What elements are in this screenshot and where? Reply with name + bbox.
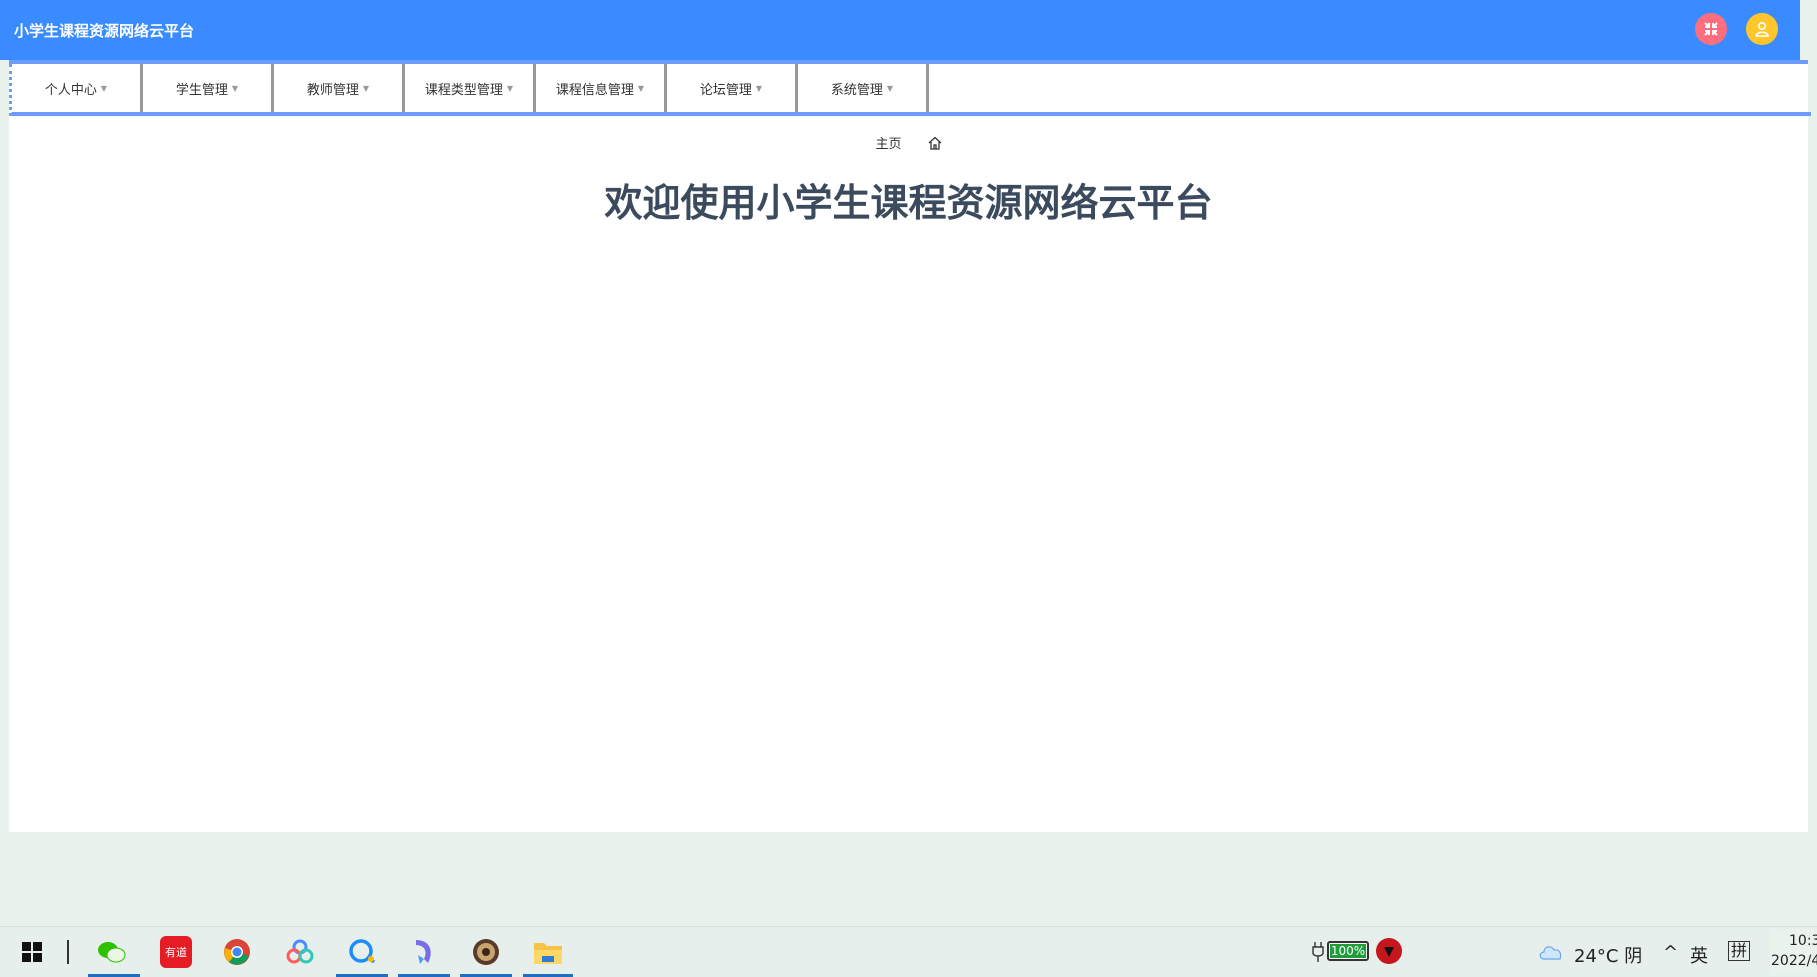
home-icon[interactable] <box>928 136 942 150</box>
nav-item-label: 课程类型管理 <box>424 82 503 98</box>
nav-item-course-type-management[interactable]: 课程类型管理 ▼ <box>405 64 536 112</box>
chevron-down-icon: ▼ <box>231 83 239 93</box>
user-menu-button[interactable] <box>1746 13 1778 45</box>
show-hidden-icons-chevron-icon[interactable]: ^ <box>1663 942 1678 963</box>
fullscreen-exit-icon <box>1704 22 1718 36</box>
nav-item-system-management[interactable]: 系统管理 ▼ <box>798 64 929 112</box>
nav-item-course-info-management[interactable]: 课程信息管理 ▼ <box>536 64 667 112</box>
youdao-taskbar-button[interactable]: 有道 <box>160 936 192 968</box>
dolphin-icon <box>416 940 431 964</box>
chevron-down-icon: ▼ <box>637 83 645 93</box>
nav-item-label: 学生管理 <box>175 82 228 98</box>
app-header: 小学生课程资源网络云平台 <box>0 0 1800 60</box>
fullscreen-button[interactable] <box>1695 13 1727 45</box>
weather-text[interactable]: 24°C 阴 <box>1574 942 1642 968</box>
chevron-down-icon: ▼ <box>886 83 894 93</box>
power-plug-icon <box>1312 942 1324 962</box>
main-content: 个人中心 ▼ 学生管理 ▼ 教师管理 ▼ 课程类型管理 ▼ 课程信息管理 ▼ 论坛管理 ▼ … <box>9 60 1811 832</box>
windows-start-icon <box>22 942 42 962</box>
chevron-down-icon: ▼ <box>362 83 370 93</box>
nav-item-label: 个人中心 <box>44 82 97 98</box>
battery-indicator[interactable]: 100% <box>1327 941 1369 961</box>
file-explorer-icon <box>534 943 562 964</box>
qq-browser-icon <box>349 939 376 964</box>
nav-item-teacher-management[interactable]: 教师管理 ▼ <box>274 64 405 112</box>
windows-start-button[interactable] <box>16 936 48 968</box>
clock-date: 2022/4 <box>1771 953 1817 969</box>
cloud-weather-icon <box>1539 946 1562 960</box>
nav-item-label: 系统管理 <box>830 82 883 98</box>
clock[interactable]: 10:3 2022/4 <box>1770 929 1817 975</box>
dolphin-taskbar-button[interactable] <box>408 936 440 968</box>
antivirus-tray-button[interactable] <box>1376 938 1402 964</box>
ime-language[interactable]: 英 <box>1690 942 1708 968</box>
baidu-netdisk-icon <box>286 939 314 964</box>
shield-app-icon <box>1384 947 1394 957</box>
chevron-down-icon: ▼ <box>755 83 763 93</box>
taskbar-divider <box>67 940 69 964</box>
nav-item-student-management[interactable]: 学生管理 ▼ <box>143 64 274 112</box>
breadcrumb: 主页 <box>9 133 1808 152</box>
chrome-icon <box>224 939 250 965</box>
clock-time: 10:3 <box>1789 933 1817 949</box>
nav-item-label: 课程信息管理 <box>555 82 634 98</box>
game-taskbar-button[interactable] <box>470 936 502 968</box>
chevron-down-icon: ▼ <box>506 83 514 93</box>
youdao-icon: 有道 <box>165 946 187 959</box>
user-icon <box>1755 21 1769 37</box>
qq-browser-taskbar-button[interactable] <box>346 936 378 968</box>
file-explorer-taskbar-button[interactable] <box>532 936 564 968</box>
baidu-netdisk-taskbar-button[interactable] <box>284 936 316 968</box>
nav-item-label: 论坛管理 <box>699 82 752 98</box>
breadcrumb-home-link[interactable]: 主页 <box>875 133 901 152</box>
taskbar: 有道 100% 24°C 阴 ^ 英 拼 10:3 2022/4 <box>0 926 1817 977</box>
battery-level: 100% <box>1330 944 1366 958</box>
game-icon <box>473 939 499 965</box>
nav-item-forum-management[interactable]: 论坛管理 ▼ <box>667 64 798 112</box>
nav-item-label: 教师管理 <box>306 82 359 98</box>
top-nav-menu: 个人中心 ▼ 学生管理 ▼ 教师管理 ▼ 课程类型管理 ▼ 课程信息管理 ▼ 论坛管理 ▼ … <box>9 64 1811 116</box>
page-title: 欢迎使用小学生课程资源网络云平台 <box>604 181 1213 225</box>
chevron-down-icon: ▼ <box>100 83 108 93</box>
nav-item-personal-center[interactable]: 个人中心 ▼ <box>12 64 143 112</box>
ime-mode[interactable]: 拼 <box>1728 941 1751 961</box>
chrome-taskbar-button[interactable] <box>221 936 253 968</box>
wechat-icon <box>98 942 126 963</box>
app-title: 小学生课程资源网络云平台 <box>14 22 195 40</box>
wechat-taskbar-button[interactable] <box>96 936 128 968</box>
